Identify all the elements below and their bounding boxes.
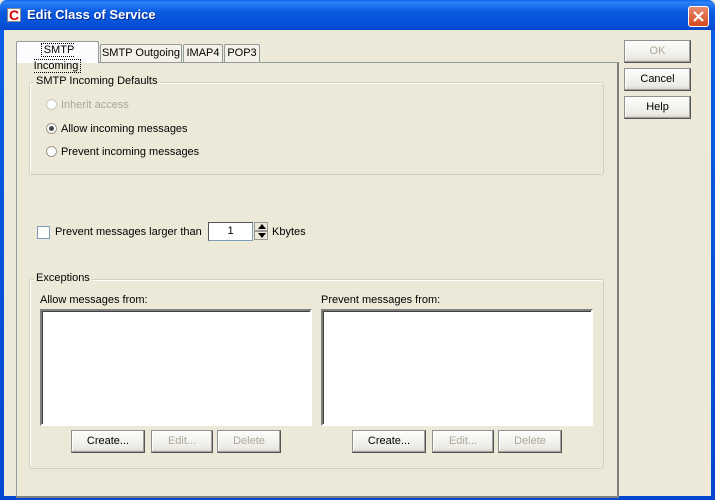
size-limit-spinner [254, 222, 268, 241]
radio-button[interactable] [46, 145, 57, 157]
prevent-large-messages-label: Prevent messages larger than [55, 226, 202, 238]
allow-delete-button[interactable]: Delete [217, 430, 281, 453]
app-icon: C [7, 7, 21, 23]
prevent-large-messages-checkbox[interactable] [37, 226, 50, 239]
radio-prevent-incoming[interactable]: Prevent incoming messages [46, 144, 199, 160]
radio-label: Inherit access [61, 99, 129, 111]
close-x-icon [693, 11, 704, 22]
tab-label: SMTP Incoming [33, 43, 82, 73]
arrow-down-icon [258, 233, 266, 238]
allow-edit-button[interactable]: Edit... [151, 430, 213, 453]
prevent-edit-button[interactable]: Edit... [432, 430, 494, 453]
group-legend: Exceptions [34, 272, 92, 284]
ok-button[interactable]: OK [624, 40, 691, 63]
radio-allow-incoming[interactable]: Allow incoming messages [46, 121, 188, 137]
prevent-messages-list[interactable] [321, 309, 593, 426]
prevent-messages-label: Prevent messages from: [321, 294, 441, 306]
tab-panel-smtp-incoming: SMTP Incoming Defaults Inherit access Al… [16, 62, 619, 498]
app-icon-letter: C [9, 7, 20, 23]
spin-up-button[interactable] [254, 222, 268, 231]
radio-inherit-access[interactable]: Inherit access [46, 97, 129, 113]
close-button[interactable] [688, 6, 709, 27]
tab-label: SMTP Outgoing [101, 47, 181, 59]
arrow-up-icon [258, 224, 266, 229]
window-title: Edit Class of Service [27, 7, 156, 22]
radio-button[interactable] [46, 98, 57, 110]
tab-pop3[interactable]: POP3 [224, 44, 260, 62]
cancel-button[interactable]: Cancel [624, 68, 691, 91]
tab-smtp-incoming[interactable]: SMTP Incoming [16, 41, 99, 73]
radio-label: Prevent incoming messages [61, 146, 200, 158]
group-legend: SMTP Incoming Defaults [34, 75, 160, 87]
radio-button[interactable] [46, 122, 57, 134]
dialog-window: C Edit Class of Service SMTP Incoming SM… [0, 0, 715, 500]
tab-smtp-outgoing[interactable]: SMTP Outgoing [100, 44, 182, 62]
allow-messages-label: Allow messages from: [40, 294, 148, 306]
prevent-delete-button[interactable]: Delete [498, 430, 562, 453]
allow-create-button[interactable]: Create... [71, 430, 145, 453]
allow-messages-list[interactable] [40, 309, 312, 426]
prevent-create-button[interactable]: Create... [352, 430, 426, 453]
smtp-incoming-defaults-group: SMTP Incoming Defaults Inherit access Al… [29, 75, 604, 175]
title-bar[interactable]: C Edit Class of Service [0, 0, 715, 30]
exceptions-group: Exceptions Allow messages from: Create..… [29, 272, 604, 469]
tab-imap4[interactable]: IMAP4 [183, 44, 223, 62]
kbytes-label: Kbytes [272, 226, 306, 238]
tab-label: IMAP4 [186, 47, 220, 59]
radio-label: Allow incoming messages [61, 123, 188, 135]
size-limit-input[interactable]: 1 [208, 222, 253, 241]
dialog-client-area: SMTP Incoming SMTP Outgoing IMAP4 POP3 O… [4, 30, 711, 498]
tab-label: POP3 [227, 47, 257, 59]
help-button[interactable]: Help [624, 96, 691, 119]
spin-down-button[interactable] [254, 231, 268, 240]
